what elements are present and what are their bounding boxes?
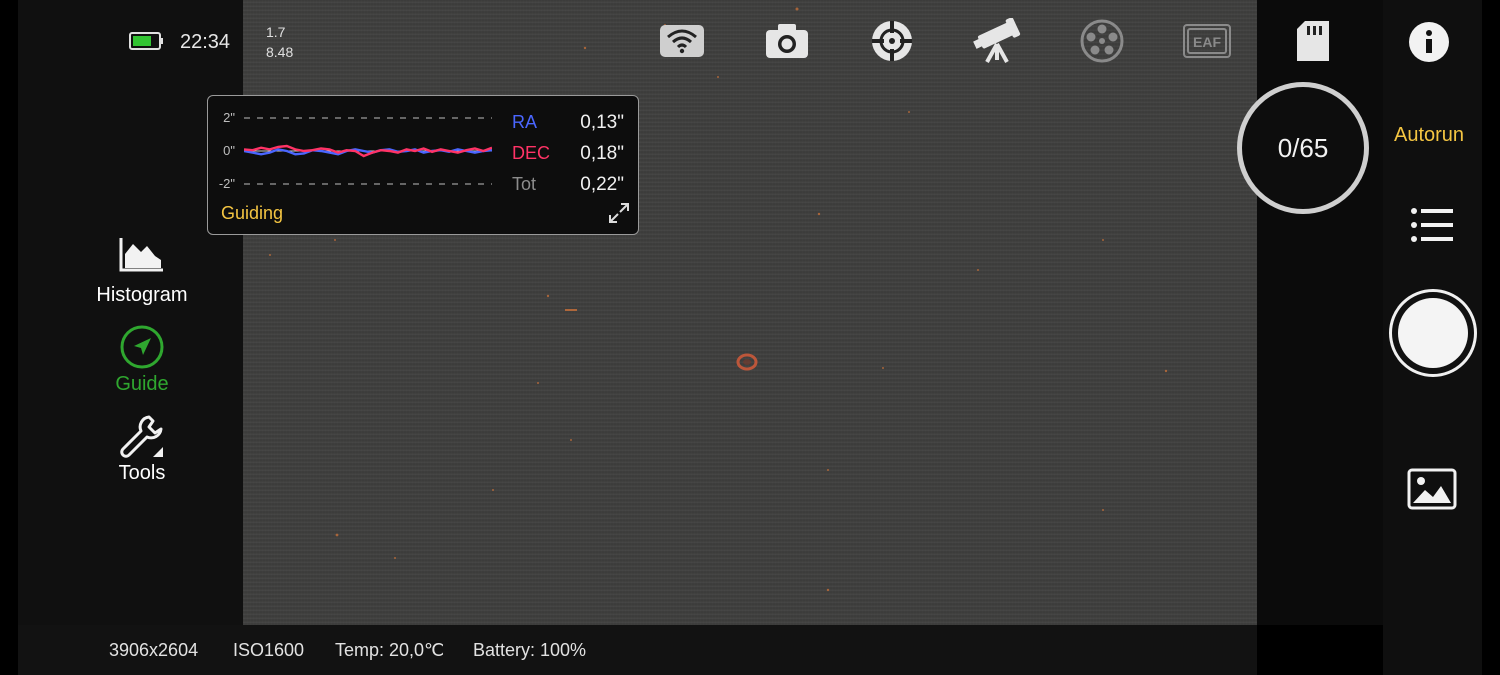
tot-label: Tot	[512, 174, 537, 194]
guiding-axis-bottom: -2"	[218, 176, 235, 191]
guide-compass-icon[interactable]	[120, 325, 164, 374]
left-sidebar	[18, 0, 243, 625]
autorun-button[interactable]: Autorun	[1394, 124, 1464, 147]
eaf-label: EAF	[1193, 34, 1221, 50]
info-icon[interactable]	[1409, 22, 1449, 62]
guiding-axis-top: 2"	[223, 110, 235, 125]
sidebar-item-guide[interactable]: Guide	[62, 373, 222, 396]
bottom-status-bar	[18, 625, 1257, 675]
menu-list-icon[interactable]	[1410, 207, 1454, 248]
expand-icon[interactable]	[608, 202, 630, 229]
mount-crosshair-icon[interactable]	[864, 13, 920, 69]
tot-value: 0,22"	[580, 174, 624, 195]
gallery-icon[interactable]	[1407, 468, 1457, 515]
histogram-icon[interactable]	[117, 236, 165, 279]
shutter-button[interactable]	[1389, 289, 1477, 377]
camera-icon[interactable]	[759, 13, 815, 69]
guiding-graph	[244, 117, 492, 185]
temperature-readout: Temp: 20,0℃	[335, 640, 445, 660]
guiding-axis-mid: 0"	[223, 143, 235, 158]
guiding-panel[interactable]: 2" 0" -2" RA DEC Tot 0,13" 0,18" 0,22" G…	[207, 95, 639, 235]
sd-card-icon[interactable]	[1285, 13, 1341, 69]
shutter-button-inner[interactable]	[1398, 298, 1468, 368]
metric-bottom: 8.48	[266, 44, 294, 60]
ra-value: 0,13"	[580, 112, 624, 133]
sidebar-item-tools[interactable]: Tools	[62, 462, 222, 485]
wifi-icon[interactable]	[654, 13, 710, 69]
resolution-readout: 3906x2604	[109, 640, 199, 660]
metric-top: 1.7	[266, 24, 286, 40]
iso-readout: ISO1600	[233, 640, 305, 660]
clock-time: 22:34	[180, 31, 231, 53]
wrench-icon[interactable]	[119, 413, 167, 464]
capture-counter-text: 0/65	[1277, 132, 1329, 163]
battery-readout: Battery: 100%	[473, 640, 587, 660]
filter-wheel-icon[interactable]	[1074, 13, 1130, 69]
telescope-icon[interactable]	[969, 13, 1025, 69]
guiding-title: Guiding	[221, 203, 284, 223]
ra-label: RA	[512, 112, 538, 132]
dec-value: 0,18"	[580, 143, 624, 164]
battery-icon	[129, 31, 165, 56]
eaf-focuser-icon[interactable]: EAF	[1179, 13, 1235, 69]
sidebar-item-histogram[interactable]: Histogram	[62, 284, 222, 307]
capture-counter[interactable]: 0/65	[1237, 82, 1369, 214]
